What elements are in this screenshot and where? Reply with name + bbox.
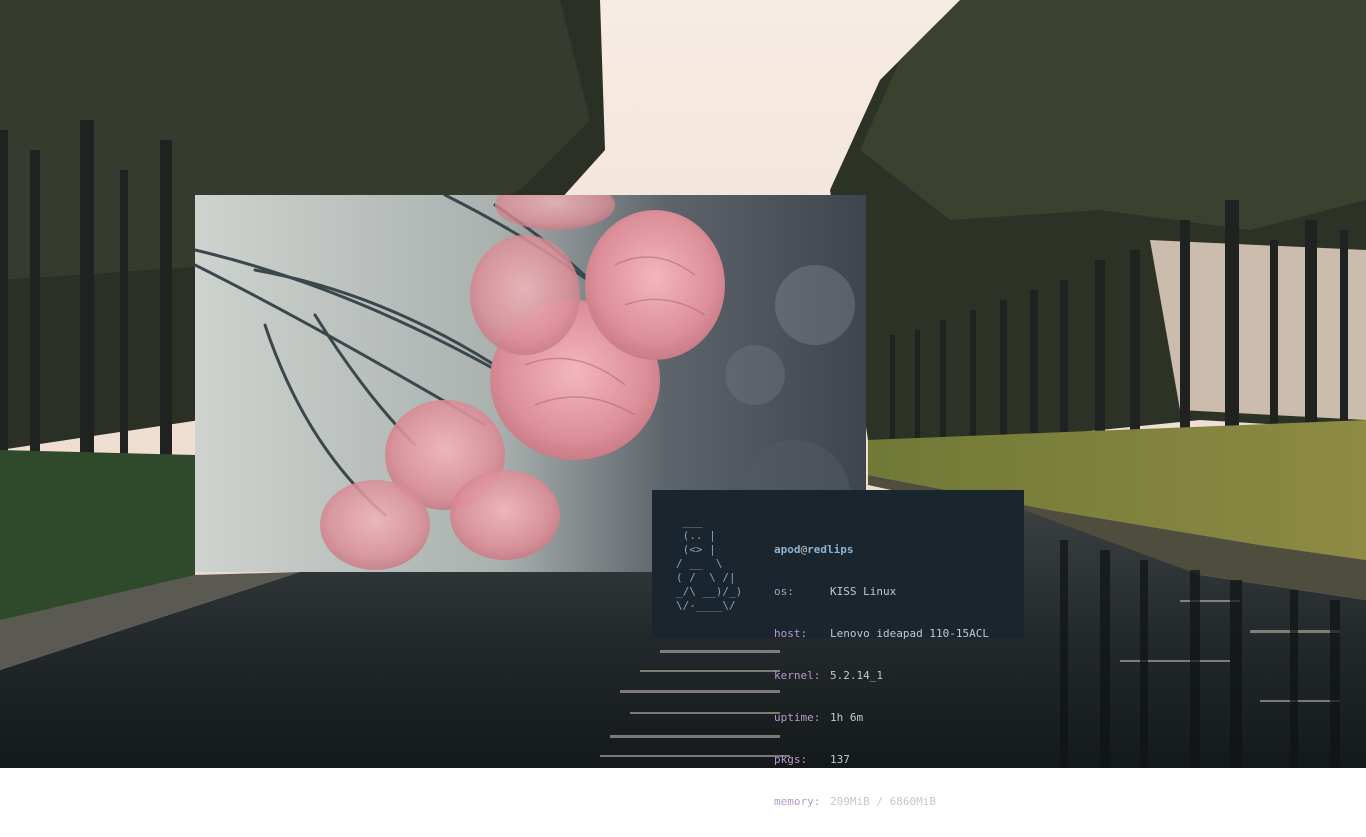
info-value: Lenovo ideapad 110-15ACL	[830, 627, 989, 640]
hostname: redlips	[807, 543, 854, 556]
info-key: uptime:	[774, 711, 821, 724]
info-row-memory: memory: 209MiB / 6860MiB	[774, 795, 989, 809]
info-key: pkgs:	[774, 753, 808, 766]
info-row-os: os: KISS Linux	[774, 585, 989, 599]
username: apod	[774, 543, 801, 556]
info-key: host:	[774, 627, 808, 640]
info-key: os:	[774, 585, 794, 598]
kiss-linux-ascii-logo: ___ (.. | (<> | / __ \ ( / \ /| _/\ __)/…	[676, 515, 743, 612]
neofetch-info: apod@redlips os: KISS Linux host: Lenovo i…	[774, 515, 989, 837]
info-row-host: host: Lenovo ideapad 110-15ACL	[774, 627, 989, 641]
info-key: kernel:	[774, 669, 821, 682]
info-row-kernel: kernel: 5.2.14_1	[774, 669, 989, 683]
info-value: 1h 6m	[830, 711, 864, 724]
info-key: memory:	[774, 795, 821, 808]
info-value: 209MiB / 6860MiB	[830, 795, 936, 808]
info-row-pkgs: pkgs: 137	[774, 753, 989, 767]
terminal-window[interactable]: ___ (.. | (<> | / __ \ ( / \ /| _/\ __)/…	[652, 490, 1024, 808]
info-row-uptime: uptime: 1h 6m	[774, 711, 989, 725]
info-value: 5.2.14_1	[830, 669, 883, 682]
user-host-line: apod@redlips	[774, 543, 989, 557]
info-value: 137	[830, 753, 850, 766]
info-value: KISS Linux	[830, 585, 897, 598]
